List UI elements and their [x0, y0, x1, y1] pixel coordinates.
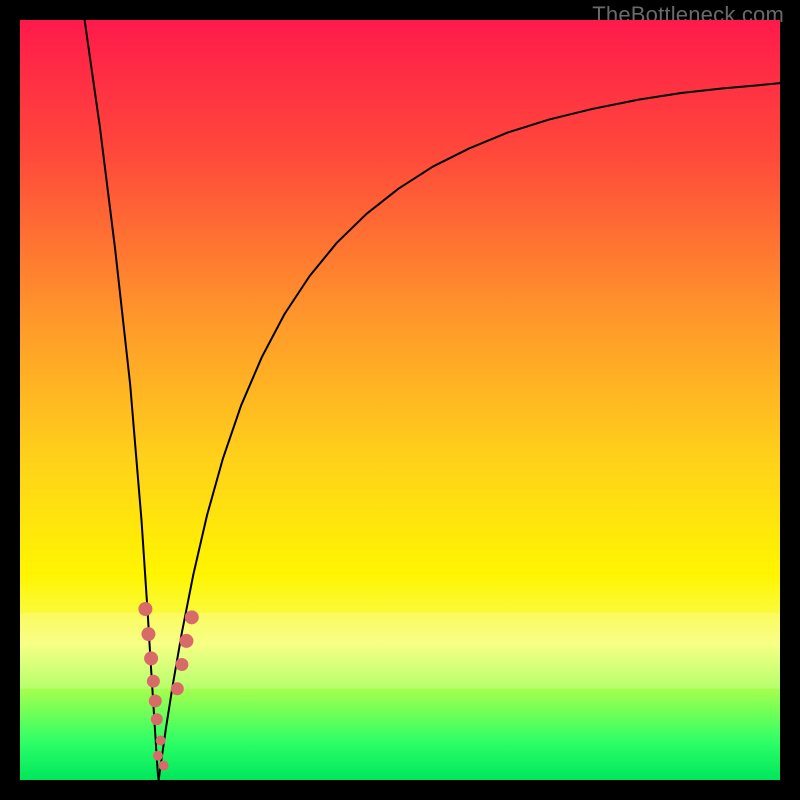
marker-dot	[185, 610, 199, 624]
marker-dot	[151, 713, 163, 725]
marker-dot	[144, 651, 158, 665]
marker-dot	[159, 761, 169, 771]
marker-dot	[179, 634, 193, 648]
marker-dot	[141, 627, 155, 641]
marker-dot	[156, 735, 166, 745]
marker-dot	[175, 658, 188, 671]
marker-dot	[138, 602, 152, 616]
chart-plot-area	[20, 20, 780, 780]
marker-dot	[171, 682, 184, 695]
chart-frame: TheBottleneck.com	[0, 0, 800, 800]
chart-svg	[20, 20, 780, 780]
marker-dot	[149, 694, 162, 707]
marker-dot	[153, 751, 163, 761]
marker-dot	[147, 675, 160, 688]
highlight-band	[20, 613, 780, 689]
